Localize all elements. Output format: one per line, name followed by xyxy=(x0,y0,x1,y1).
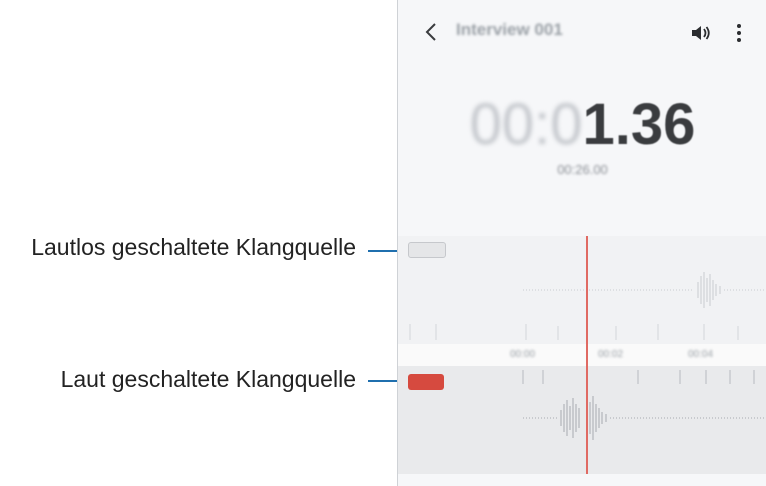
callout-unmuted-label: Laut geschaltete Klangquelle xyxy=(60,366,356,392)
app-bar: Interview 001 xyxy=(398,0,766,66)
elapsed-time: 00:01.36 xyxy=(398,92,766,158)
tick-label: 00:02 xyxy=(598,349,624,360)
bottom-area xyxy=(398,474,766,486)
recording-title: Interview 001 xyxy=(456,20,563,39)
tick-label: 00:00 xyxy=(510,349,536,360)
callout-muted-label: Lautlos geschaltete Klangquelle xyxy=(31,234,356,260)
sound-track-unmuted xyxy=(398,366,766,474)
speaker-icon[interactable] xyxy=(690,22,712,44)
waveform-muted xyxy=(409,272,766,340)
waveform-unmuted xyxy=(522,370,766,440)
total-duration: 00:26.00 xyxy=(557,162,608,177)
sound-track-muted xyxy=(398,236,766,344)
tick-label: 00:04 xyxy=(688,349,714,360)
voice-recorder-screen: Interview 001 00:01.36 00:26.00 00:00 00… xyxy=(397,0,766,486)
elapsed-time-dim: 00:0 xyxy=(469,92,583,157)
playhead[interactable] xyxy=(586,236,588,474)
chevron-left-icon[interactable] xyxy=(420,20,444,44)
more-vertical-icon[interactable] xyxy=(734,22,744,44)
elapsed-time-main: 1.36 xyxy=(582,92,696,157)
time-ruler: 00:00 00:02 00:04 xyxy=(398,344,766,366)
